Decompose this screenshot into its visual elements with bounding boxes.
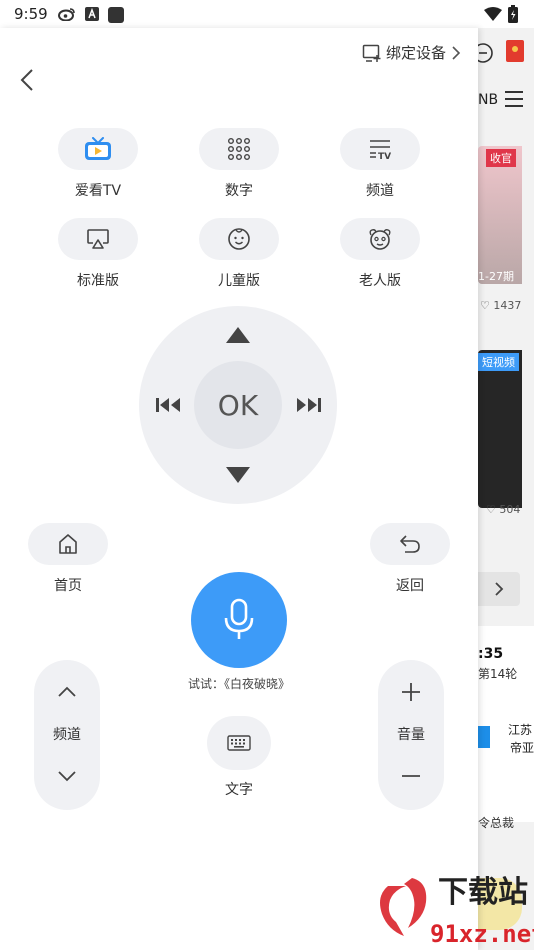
bg-blue-mark [478,726,490,748]
weibo-icon [58,8,75,21]
feature-channel-button[interactable]: TV [340,128,420,170]
wifi-icon [484,7,502,21]
feature-aikan-tv-button[interactable] [58,128,138,170]
screen-cast-icon [87,229,109,249]
elder-face-icon [369,229,391,250]
bg-likes-2: ♡ 504 [486,503,521,516]
channel-label: 频道 [53,727,81,743]
next-icon[interactable] [296,396,322,414]
channel-list-icon: TV [370,140,391,160]
previous-icon[interactable] [155,396,181,414]
app-square-icon [108,7,124,23]
app-a-icon [85,7,99,21]
feature-elder-button[interactable] [340,218,420,260]
remote-panel: 绑定设备 爱看TV 数字 TV 频道 标准版 儿童版 老人版 OK 首页 返回 … [0,28,478,950]
svg-text:91xz.net: 91xz.net [430,920,534,948]
feature-label-6: 老人版 [359,273,401,289]
home-icon [59,534,77,554]
channel-down-button[interactable] [47,756,87,796]
bg-episode-text: 1-27期 [478,270,514,283]
home-label: 首页 [54,578,82,594]
volume-up-button[interactable] [391,672,431,712]
return-button[interactable] [370,523,450,565]
back-button[interactable] [16,68,40,92]
chevron-up-icon [58,686,76,697]
chevron-down-icon [58,771,76,782]
home-button[interactable] [28,523,108,565]
feature-kids-button[interactable] [199,218,279,260]
feature-label-3: 频道 [366,183,394,199]
text-label: 文字 [225,782,253,798]
channel-up-button[interactable] [47,672,87,712]
plus-icon [402,683,420,701]
microphone-icon [224,598,254,639]
chevron-right-icon [452,45,461,60]
bg-likes-2-count: 504 [499,503,521,516]
bg-likes-1-count: 1437 [493,299,522,312]
ok-button[interactable]: OK [194,361,282,449]
bind-device-label: 绑定设备 [386,44,447,62]
feature-numbers-button[interactable] [199,128,279,170]
bg-video-thumb-2[interactable] [478,350,522,508]
watermark-logo: 下载站 91xz.net [380,875,534,948]
add-screen-icon [362,44,381,62]
minus-icon [402,775,420,777]
numpad-icon [228,138,251,161]
feature-label-1: 爱看TV [74,183,122,199]
voice-hint: 试试：《白夜破晓》 [187,677,290,691]
return-label: 返回 [396,578,424,594]
bg-circle-icon [478,43,493,63]
bg-promo-text: 令总裁 [478,816,515,830]
svg-text:TV: TV [378,152,391,160]
status-time: 9:59 [14,5,48,23]
bg-menu-icon[interactable] [504,90,524,108]
bg-tag-top: 收官 [486,149,516,167]
voice-button[interactable] [191,572,287,668]
bg-team-2: 帝亚 [510,741,534,755]
status-bar: 9:59 [0,0,534,28]
background-app: NB 收官 1-27期 ♡ 1437 短视频 ♡ 504 :35 第14轮 江苏… [478,28,534,950]
bg-round-text: 第14轮 [478,667,518,681]
bg-tag-short: 短视频 [478,353,519,371]
bind-device-button[interactable]: 绑定设备 [362,42,462,63]
volume-label: 音量 [397,727,425,743]
keyboard-icon [227,735,251,751]
bg-next-button[interactable] [478,572,520,606]
volume-control: 音量 [378,660,444,810]
feature-label-2: 数字 [225,183,253,199]
chevron-right-icon [495,582,504,596]
chevron-left-icon [20,69,33,91]
channel-control: 频道 [34,660,100,810]
bg-time-fragment: :35 [478,646,504,662]
keyboard-button[interactable] [207,716,271,770]
red-envelope-icon [506,40,524,62]
feature-label-4: 标准版 [77,273,119,289]
svg-text:下载站: 下载站 [438,875,528,910]
direction-pad: OK [139,306,337,504]
feature-label-5: 儿童版 [218,273,260,289]
return-icon [400,535,420,553]
watermark: 下载站 91xz.net [368,856,534,950]
screen: 9:59 NB 收官 1-27期 ♡ 1437 短视频 ♡ 504:35 第1… [0,0,534,950]
bg-team-1: 江苏 [508,723,533,737]
down-arrow-icon[interactable] [225,466,251,484]
feature-standard-button[interactable] [58,218,138,260]
bg-likes-1: ♡ 1437 [480,299,522,312]
battery-icon [508,5,518,23]
up-arrow-icon[interactable] [225,326,251,344]
tv-icon [85,137,111,160]
bg-header-fragment: NB [478,92,499,108]
child-face-icon [228,228,250,250]
volume-down-button[interactable] [391,756,431,796]
